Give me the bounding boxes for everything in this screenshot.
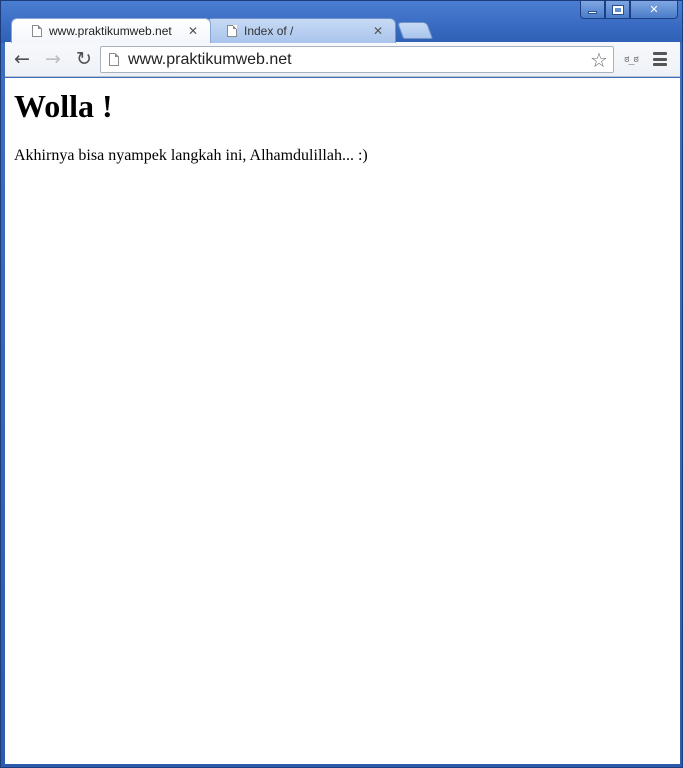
bookmark-star-icon[interactable]: ☆ bbox=[587, 48, 611, 72]
address-bar[interactable]: www.praktikumweb.net ☆ bbox=[100, 46, 614, 73]
page-icon bbox=[32, 25, 42, 37]
forward-button[interactable]: → bbox=[39, 45, 67, 73]
menu-button[interactable] bbox=[653, 52, 667, 66]
extension-button[interactable]: ಠ_ಠ bbox=[619, 49, 643, 70]
maximize-icon bbox=[611, 4, 624, 15]
reload-button[interactable]: ↻ bbox=[70, 45, 98, 73]
back-arrow-icon: ← bbox=[14, 48, 30, 70]
browser-window: www.praktikumweb.net ✕ Index of / ✕ ✕ ← bbox=[0, 0, 683, 768]
maximize-button[interactable] bbox=[605, 1, 630, 19]
tab-index-of[interactable]: Index of / ✕ bbox=[206, 18, 396, 43]
window-controls: ✕ bbox=[580, 1, 678, 20]
close-button[interactable]: ✕ bbox=[630, 1, 678, 19]
back-button[interactable]: ← bbox=[8, 45, 36, 73]
tab-title: Index of / bbox=[244, 24, 294, 38]
tab-title: www.praktikumweb.net bbox=[49, 24, 172, 38]
url-text[interactable]: www.praktikumweb.net bbox=[128, 51, 587, 69]
close-icon: ✕ bbox=[649, 3, 659, 16]
hamburger-menu-icon bbox=[653, 52, 667, 55]
disapproval-face-icon: ಠ_ಠ bbox=[624, 54, 639, 65]
new-tab-button[interactable] bbox=[396, 22, 434, 39]
minimize-icon bbox=[588, 11, 597, 14]
reload-icon: ↻ bbox=[76, 48, 92, 70]
minimize-button[interactable] bbox=[580, 1, 605, 19]
page-paragraph: Akhirnya bisa nyampek langkah ini, Alham… bbox=[14, 147, 368, 164]
page-icon bbox=[109, 53, 119, 66]
page-viewport: Wolla ! Akhirnya bisa nyampek langkah in… bbox=[5, 78, 680, 764]
tab-close-icon[interactable]: ✕ bbox=[371, 24, 385, 38]
tab-close-icon[interactable]: ✕ bbox=[186, 24, 200, 38]
forward-arrow-icon: → bbox=[45, 48, 61, 70]
toolbar: ← → ↻ www.praktikumweb.net ☆ ಠ_ಠ bbox=[5, 42, 680, 77]
tab-praktikumweb[interactable]: www.praktikumweb.net ✕ bbox=[11, 18, 211, 43]
tab-strip: www.praktikumweb.net ✕ Index of / ✕ ✕ bbox=[1, 1, 682, 43]
page-heading: Wolla ! bbox=[14, 88, 113, 124]
page-icon bbox=[227, 25, 237, 37]
